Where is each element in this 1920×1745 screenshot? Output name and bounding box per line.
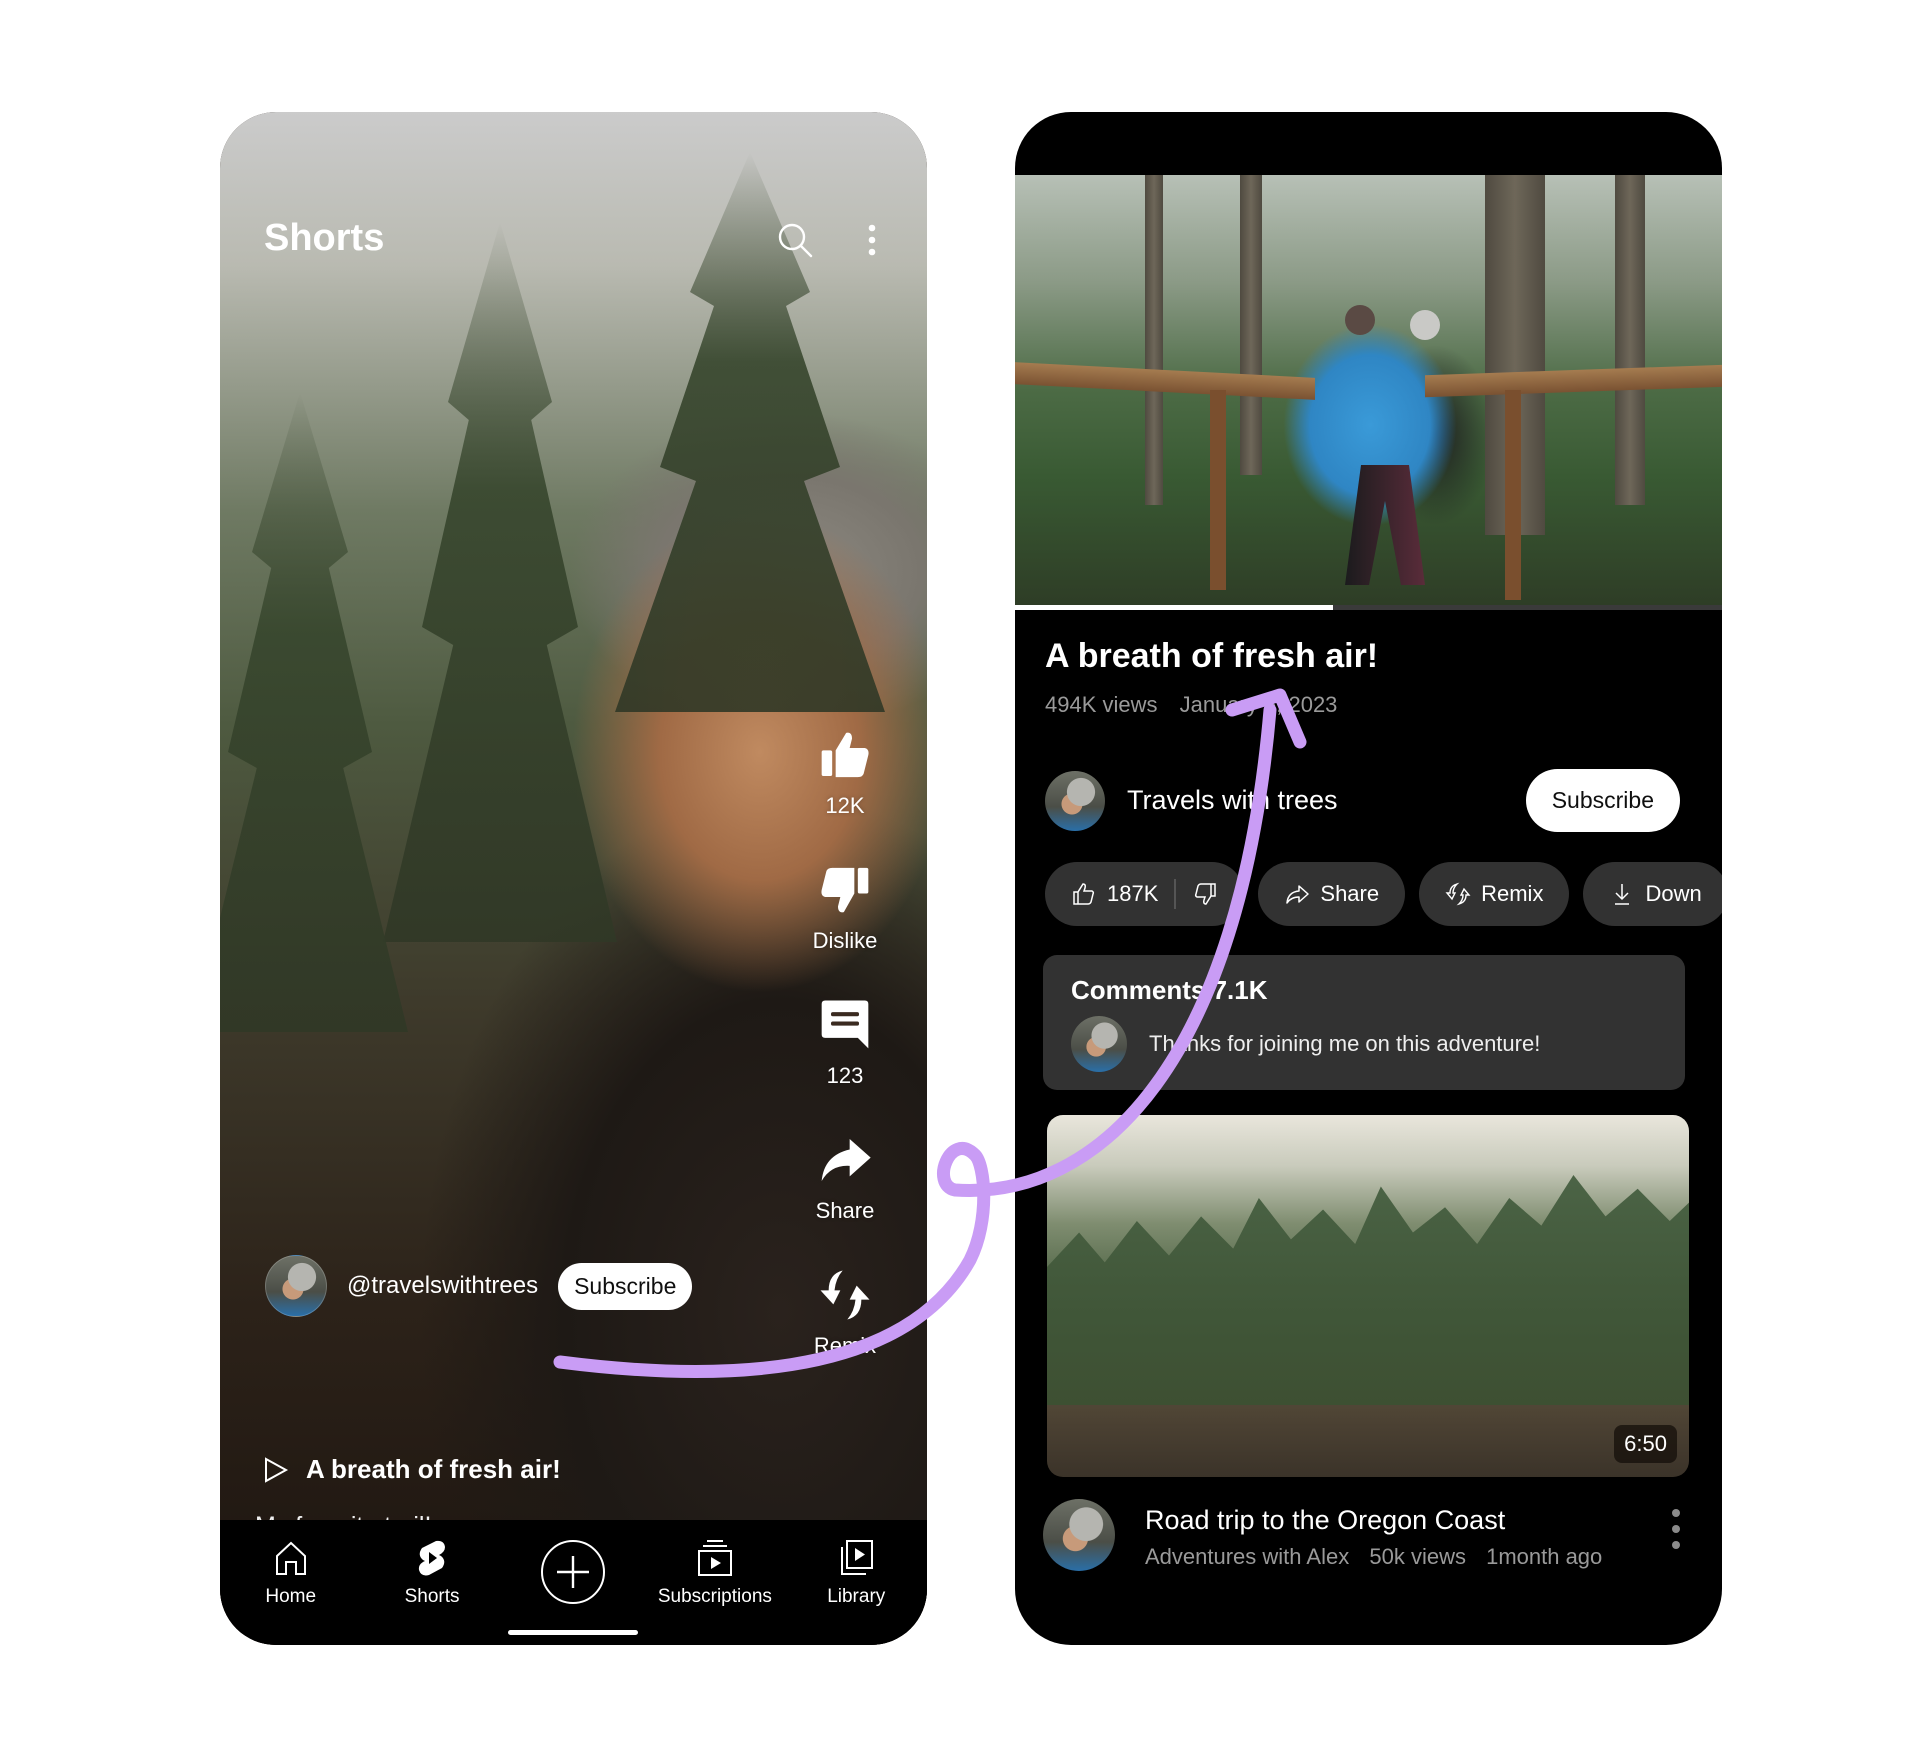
comments-header: Comments 7.1K	[1071, 975, 1268, 1005]
nav-shorts[interactable]: Shorts	[367, 1538, 497, 1608]
commenter-avatar	[1071, 1016, 1127, 1072]
top-comment-text: Thanks for joining me on this adventure!	[1149, 1031, 1541, 1056]
video-title: A breath of fresh air!	[1045, 637, 1379, 675]
remix-icon	[1445, 882, 1471, 906]
video-duration: 6:50	[1614, 1425, 1677, 1463]
comments-panel[interactable]: Comments 7.1K Thanks for joining me on t…	[1043, 955, 1685, 1090]
chip-divider	[1174, 879, 1177, 909]
hiker-hat	[1410, 310, 1440, 340]
nav-library[interactable]: Library	[791, 1538, 921, 1608]
comment-icon	[821, 1000, 869, 1049]
background-tree	[220, 392, 408, 1032]
recommended-views: 50k views	[1369, 1544, 1466, 1569]
video-meta: 494K views January 5, 2023	[1045, 692, 1353, 718]
channel-avatar[interactable]	[265, 1255, 327, 1317]
video-title-link[interactable]: A breath of fresh air!	[260, 1454, 561, 1485]
channel-avatar[interactable]	[1045, 770, 1105, 831]
recommended-video-thumbnail[interactable]: 6:50	[1047, 1115, 1689, 1477]
home-indicator	[508, 1630, 638, 1635]
hiker-hat	[1345, 305, 1375, 335]
like-button[interactable]: 12K	[817, 727, 873, 862]
remix-button[interactable]: Remix	[814, 1267, 876, 1402]
recommended-video-meta: Adventures with Alex 50k views 1month ag…	[1145, 1544, 1670, 1570]
tree-trunk	[1145, 175, 1163, 505]
watch-screen: A breath of fresh air! 494K views Januar…	[1015, 112, 1722, 1645]
recommended-channel: Adventures with Alex	[1145, 1544, 1350, 1569]
nav-subscriptions[interactable]: Subscriptions	[650, 1538, 780, 1608]
comments-button[interactable]: 123	[817, 997, 873, 1132]
more-vertical-icon[interactable]	[1670, 1509, 1682, 1549]
remix-icon	[820, 1270, 870, 1320]
thumbs-down-icon[interactable]	[1192, 881, 1218, 907]
bridge-rail	[1015, 362, 1315, 400]
share-button[interactable]: Share	[816, 1132, 874, 1267]
video-progress-bar[interactable]	[1015, 605, 1722, 610]
subscriptions-icon	[697, 1540, 732, 1576]
video-progress-fill	[1015, 605, 1334, 610]
channel-handle[interactable]: @travelswithtrees	[347, 1272, 538, 1300]
channel-name[interactable]: Travels with trees	[1127, 785, 1526, 816]
shorts-icon	[418, 1540, 446, 1576]
create-plus-icon	[541, 1540, 606, 1604]
nav-create[interactable]	[508, 1538, 638, 1604]
tree-trunk	[1240, 175, 1262, 475]
action-chips: 187K Share Remix Down	[1045, 862, 1722, 926]
recommended-video-title[interactable]: Road trip to the Oregon Coast	[1145, 1505, 1670, 1536]
download-icon	[1615, 884, 1630, 905]
recommended-channel-avatar[interactable]	[1043, 1499, 1115, 1571]
upload-date: January 5, 2023	[1179, 692, 1338, 717]
bridge-rail	[1425, 364, 1722, 398]
home-icon	[275, 1541, 306, 1575]
shorts-screen: Shorts 12K Dislike 123 Share Remix @trav…	[220, 112, 927, 1645]
view-count: 494K views	[1045, 692, 1158, 717]
nav-home[interactable]: Home	[226, 1538, 356, 1608]
page-title: Shorts	[264, 217, 385, 259]
play-icon	[265, 1456, 289, 1483]
share-chip[interactable]: Share	[1258, 862, 1406, 926]
hiker-legs	[1345, 465, 1425, 585]
subscribe-button[interactable]: Subscribe	[558, 1262, 693, 1310]
tree-trunk	[1615, 175, 1645, 505]
action-column: 12K Dislike 123 Share Remix	[795, 727, 895, 1402]
top-comment: Thanks for joining me on this adventure!	[1071, 1016, 1657, 1072]
like-dislike-chip: 187K	[1045, 862, 1245, 926]
dislike-button[interactable]: Dislike	[813, 862, 877, 997]
bottom-nav: Home Shorts Subscriptions Library	[220, 1520, 927, 1645]
bridge-post	[1210, 390, 1226, 590]
thumbs-up-icon	[821, 732, 869, 778]
search-icon[interactable]	[775, 220, 815, 260]
thumbs-down-icon	[821, 867, 869, 913]
subscribe-button[interactable]: Subscribe	[1525, 769, 1680, 832]
recommended-age: 1month ago	[1486, 1544, 1603, 1569]
recommended-video-info: Road trip to the Oregon Coast Adventures…	[1043, 1499, 1682, 1571]
thumbnail-forest	[1047, 1175, 1689, 1405]
background-tree	[383, 222, 617, 942]
channel-row: @travelswithtrees Subscribe	[265, 1255, 693, 1317]
remix-chip[interactable]: Remix	[1419, 862, 1570, 926]
share-icon	[821, 1139, 871, 1181]
video-player[interactable]	[1015, 175, 1722, 605]
thumbs-up-icon[interactable]	[1071, 881, 1097, 907]
video-title: A breath of fresh air!	[306, 1454, 561, 1484]
library-icon	[841, 1540, 874, 1575]
bridge-post	[1505, 390, 1521, 600]
share-icon	[1286, 885, 1310, 904]
like-count[interactable]: 187K	[1107, 881, 1158, 907]
channel-row: Travels with trees Subscribe	[1045, 769, 1680, 832]
more-vertical-icon[interactable]	[852, 220, 892, 260]
download-chip[interactable]: Down	[1583, 862, 1722, 926]
